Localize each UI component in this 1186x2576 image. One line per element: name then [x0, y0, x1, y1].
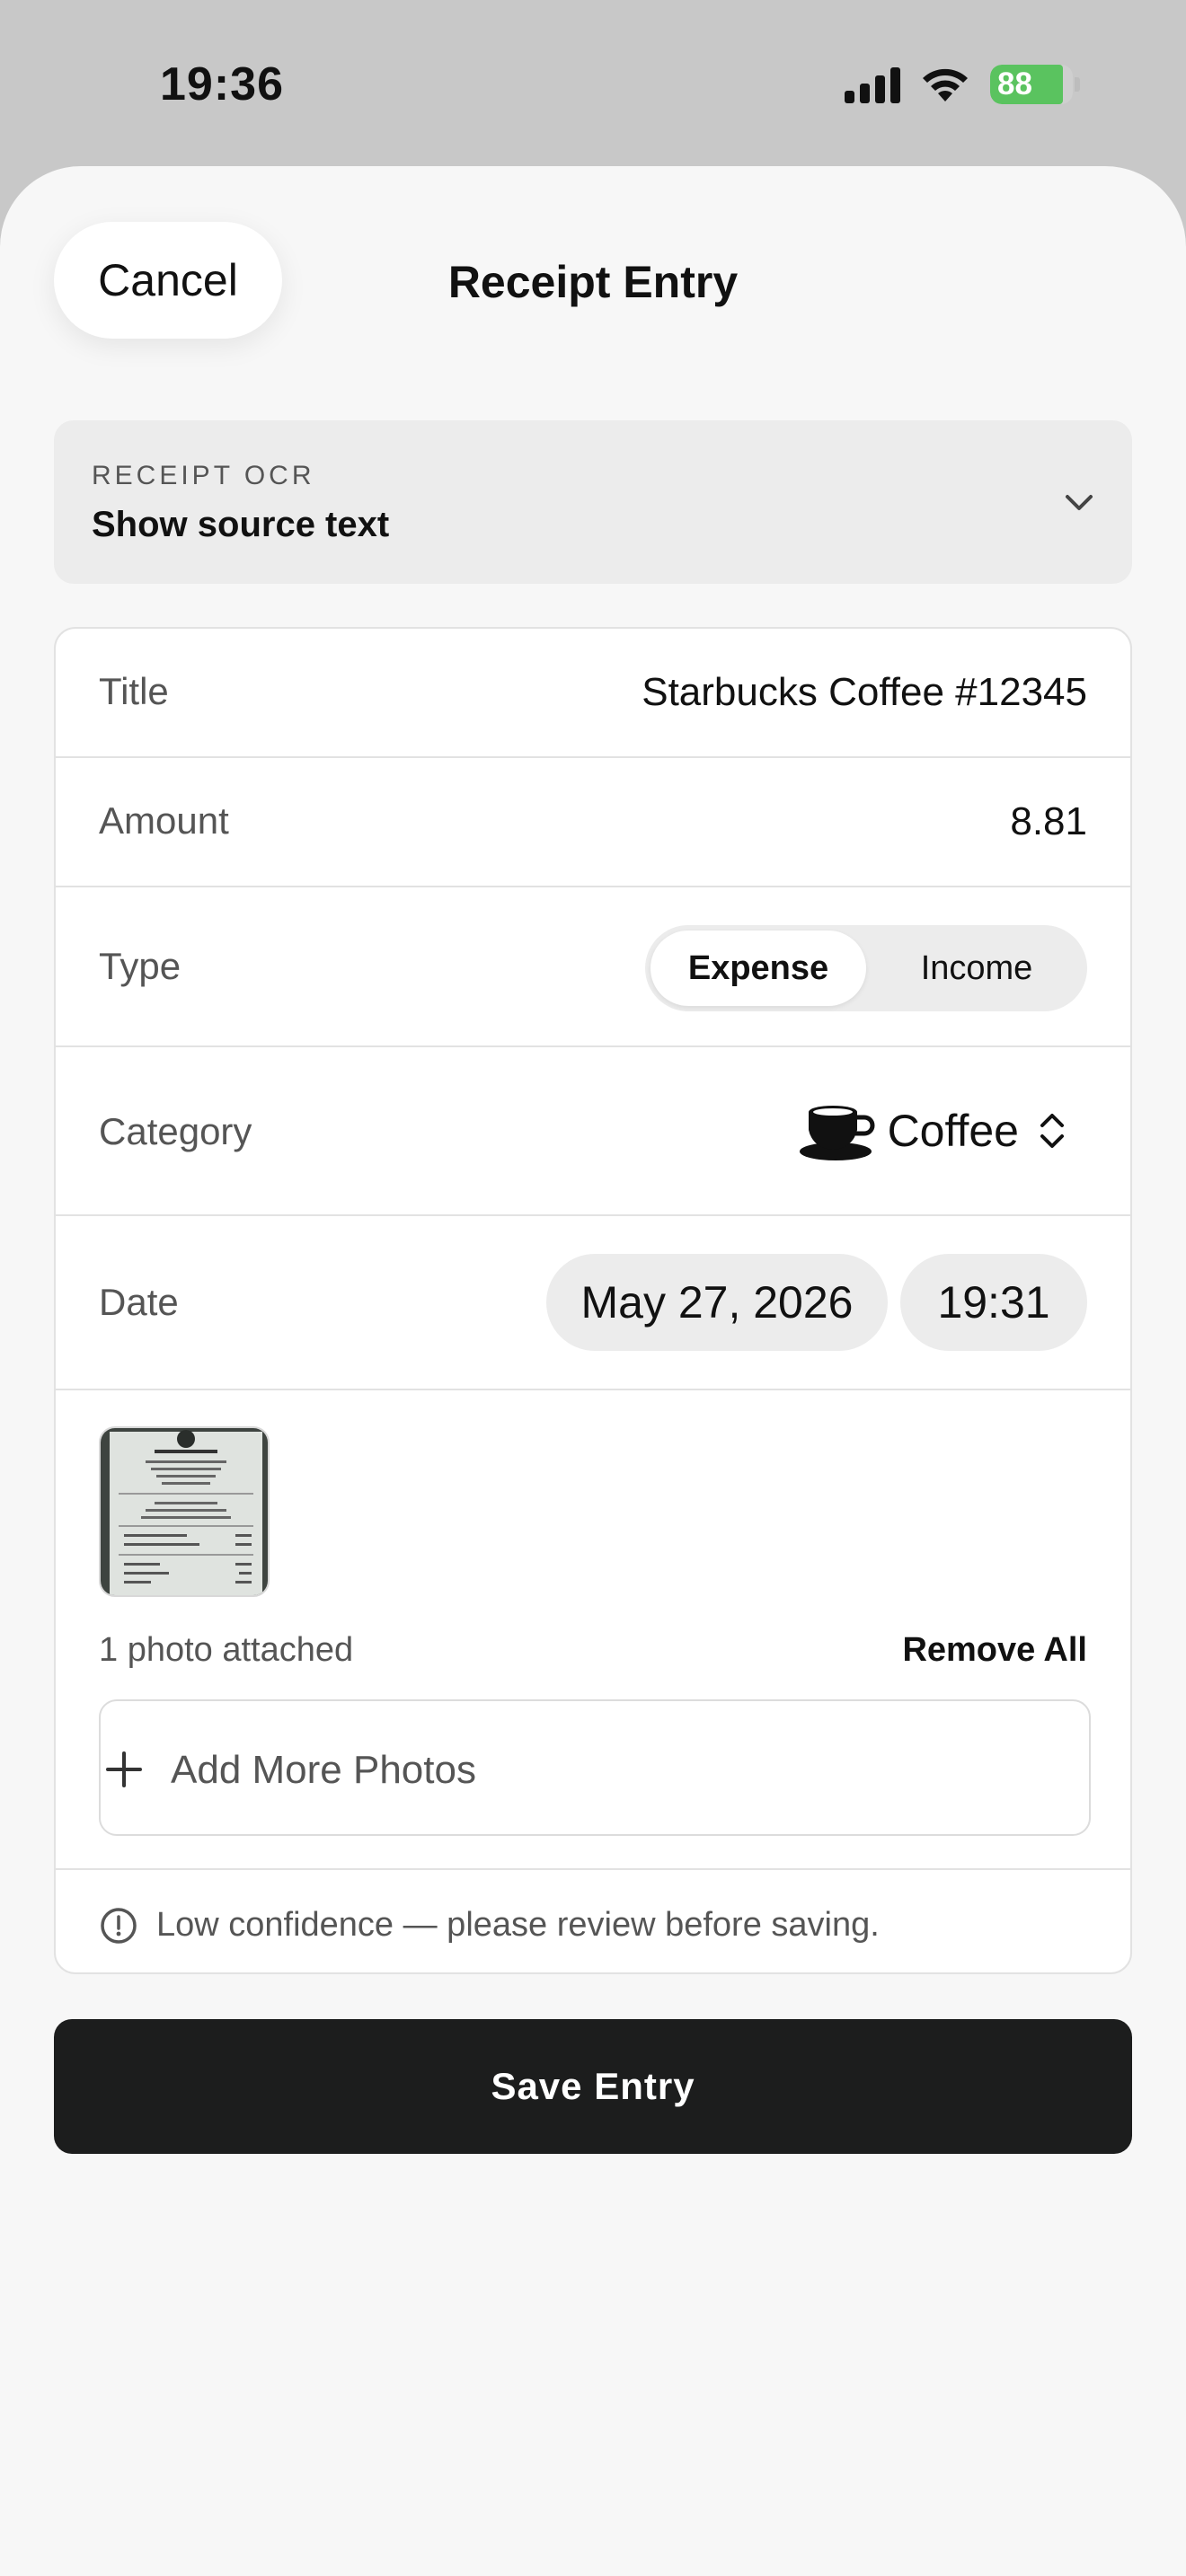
date-row: Date May 27, 2026 19:31 — [56, 1216, 1130, 1390]
low-confidence-warning: Low confidence — please review before sa… — [156, 1906, 880, 1944]
signal-icon — [845, 66, 900, 103]
type-row: Type Expense Income — [56, 887, 1130, 1047]
status-bar: 19:36 88 — [0, 0, 1186, 171]
save-entry-button[interactable]: Save Entry — [54, 2019, 1132, 2154]
type-option-expense[interactable]: Expense — [651, 931, 866, 1006]
photo-count-text: 1 photo attached — [99, 1631, 354, 1669]
type-label: Type — [99, 945, 181, 987]
type-segmented-control: Expense Income — [645, 925, 1087, 1011]
exclamation-circle-icon — [101, 1908, 137, 1944]
status-time: 19:36 — [160, 58, 284, 110]
entry-form: Title Starbucks Coffee #12345 Amount 8.8… — [54, 627, 1132, 1974]
coffee-cup-icon — [799, 1106, 875, 1160]
time-picker-button[interactable]: 19:31 — [900, 1254, 1087, 1351]
show-source-text-toggle[interactable]: Show source text — [92, 505, 389, 545]
status-icons: 88 — [845, 65, 1080, 104]
add-more-photos-button[interactable]: Add More Photos — [99, 1699, 1091, 1836]
amount-field[interactable]: 8.81 — [1010, 799, 1087, 844]
plus-icon — [106, 1751, 142, 1787]
add-more-photos-label: Add More Photos — [171, 1748, 476, 1792]
ocr-section-label: RECEIPT OCR — [92, 461, 315, 490]
amount-label: Amount — [99, 799, 229, 842]
remove-all-button[interactable]: Remove All — [902, 1631, 1087, 1670]
receipt-photo-image — [101, 1428, 268, 1595]
chevron-down-icon[interactable] — [1060, 483, 1098, 521]
title-row[interactable]: Title Starbucks Coffee #12345 — [56, 629, 1130, 758]
title-field[interactable]: Starbucks Coffee #12345 — [642, 670, 1087, 715]
date-label: Date — [99, 1281, 179, 1323]
type-option-income[interactable]: Income — [872, 931, 1082, 1006]
cancel-button[interactable]: Cancel — [54, 222, 282, 339]
category-label: Category — [99, 1110, 252, 1152]
receipt-entry-sheet: Receipt Entry Cancel RECEIPT OCR Show so… — [0, 166, 1186, 2576]
title-label: Title — [99, 670, 169, 712]
photos-row: 1 photo attached Remove All Add More Pho… — [56, 1390, 1130, 1870]
battery-tip — [1075, 77, 1080, 92]
ocr-disclosure[interactable]: RECEIPT OCR Show source text — [54, 420, 1132, 584]
battery-level: 88 — [997, 66, 1032, 101]
chevron-up-down-icon — [1040, 1114, 1064, 1148]
category-picker[interactable]: Coffee — [799, 1099, 1067, 1162]
wifi-icon — [923, 68, 968, 101]
warning-row: Low confidence — please review before sa… — [56, 1870, 1130, 1972]
category-value: Coffee — [887, 1106, 1019, 1156]
date-picker-button[interactable]: May 27, 2026 — [546, 1254, 888, 1351]
amount-row[interactable]: Amount 8.81 — [56, 758, 1130, 887]
category-row[interactable]: Category Coffee — [56, 1047, 1130, 1216]
receipt-photo-thumbnail[interactable] — [99, 1426, 270, 1597]
battery-icon: 88 — [990, 65, 1073, 104]
